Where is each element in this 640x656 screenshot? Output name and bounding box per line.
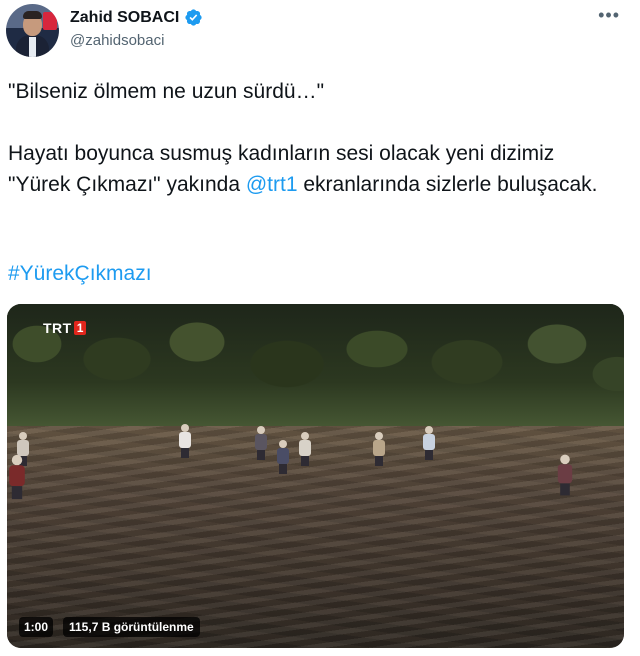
tweet-body: Hayatı boyunca susmuş kadınların sesi ol… <box>8 138 618 200</box>
author-name-row[interactable]: Zahid SOBACI <box>70 8 203 27</box>
field-worker <box>423 426 435 460</box>
field-worker <box>179 424 191 458</box>
avatar[interactable] <box>6 4 59 57</box>
hashtag-paragraph: #YürekÇıkmazı <box>8 258 618 289</box>
video-player[interactable]: TRT 1 1:00 115,7 B görüntülenme <box>7 304 624 648</box>
field-worker <box>299 432 311 466</box>
field-background <box>7 426 624 648</box>
video-duration: 1:00 <box>19 617 54 637</box>
author-display-name[interactable]: Zahid SOBACI <box>70 9 179 27</box>
channel-logo: TRT 1 <box>43 320 87 336</box>
hashtag-link[interactable]: #YürekÇıkmazı <box>8 262 152 285</box>
author-handle[interactable]: @zahidsobaci <box>70 32 164 49</box>
tweet-body-part2: ekranlarında sizlerle buluşacak. <box>297 173 598 196</box>
field-worker <box>557 454 573 496</box>
more-horizontal-icon[interactable]: ••• <box>598 6 620 24</box>
forest-background <box>7 304 624 434</box>
tweet-quote: "Bilseniz ölmem ne uzun sürdü…" <box>8 80 325 103</box>
field-worker <box>277 440 289 474</box>
field-worker <box>9 454 25 500</box>
flag-graphic <box>43 12 57 30</box>
verified-badge-icon <box>185 9 202 26</box>
field-worker <box>255 426 267 460</box>
mention-link[interactable]: @trt1 <box>246 173 298 196</box>
tweet-card: Zahid SOBACI @zahidsobaci ••• "Bilseniz … <box>0 0 640 656</box>
view-count: 115,7 B görüntülenme <box>63 617 200 637</box>
field-worker <box>373 432 385 466</box>
